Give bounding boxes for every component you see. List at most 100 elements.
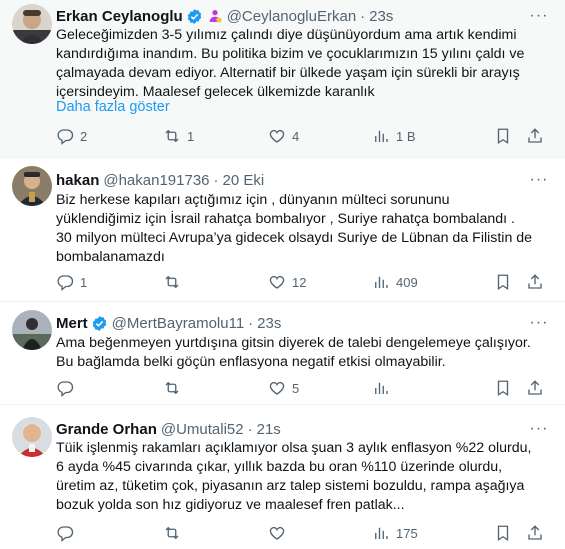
like-icon xyxy=(269,129,285,143)
display-name[interactable]: Grande Orhan xyxy=(56,421,157,438)
tweet-actions: 175 xyxy=(56,523,546,543)
tweet-line: kandırdığıma inandım. Bu politika bizim … xyxy=(56,46,525,62)
reply-icon xyxy=(57,129,74,145)
avatar[interactable] xyxy=(12,166,52,206)
handle[interactable]: @CeylanogluErkan xyxy=(227,8,356,25)
tweet-line: Tüik işlenmiş rakamları açıklamıyor olsa… xyxy=(56,440,532,456)
like-icon xyxy=(269,526,285,540)
reply-count: 2 xyxy=(80,128,88,144)
view-count: 1 B xyxy=(396,128,416,144)
like-button[interactable] xyxy=(268,523,292,543)
timestamp[interactable]: 20 Eki xyxy=(223,172,265,189)
tweet-line: üretim az, tüketim çok, piyasanın arz ta… xyxy=(56,478,525,494)
views-button[interactable]: 1 B xyxy=(372,126,416,146)
display-name[interactable]: hakan xyxy=(56,172,99,189)
like-icon xyxy=(269,381,285,395)
timestamp[interactable]: 23s xyxy=(369,8,393,25)
tweet-text: Geleceğimizden 3-5 yılımız çalındı diye … xyxy=(56,26,526,102)
tweet-line: 6 ayda %45 civarında çıkar, yıllık bazda… xyxy=(56,459,503,475)
bookmark-icon[interactable] xyxy=(494,272,512,292)
like-button[interactable]: 12 xyxy=(268,272,306,292)
timestamp[interactable]: 23s xyxy=(257,315,281,332)
tweet-line: bombalanamazdı xyxy=(56,249,165,265)
tweet-header: Erkan Ceylanoglu @CeylanogluErkan · 23s xyxy=(56,6,525,26)
like-button[interactable]: 5 xyxy=(268,378,299,398)
retweet-count: 1 xyxy=(187,128,195,144)
handle[interactable]: @MertBayramolu11 xyxy=(112,315,245,332)
tweet[interactable]: Erkan Ceylanoglu @CeylanogluErkan · 23s … xyxy=(0,0,565,158)
more-icon[interactable]: ··· xyxy=(529,419,549,439)
like-count: 5 xyxy=(292,380,300,396)
retweet-icon xyxy=(165,526,179,540)
tweet-actions: 2 1 4 1 B xyxy=(56,126,546,146)
tweet-header: hakan @hakan191736 · 20 Eki xyxy=(56,170,525,190)
tweet[interactable]: Grande Orhan @Umutali52 · 21s ··· Tüik i… xyxy=(0,405,565,549)
view-count: 175 xyxy=(396,525,418,541)
view-count: 409 xyxy=(396,274,418,290)
retweet-icon xyxy=(165,275,179,289)
like-button[interactable]: 4 xyxy=(268,126,299,146)
like-icon xyxy=(269,275,285,289)
like-count: 4 xyxy=(292,128,300,144)
views-icon xyxy=(375,382,388,394)
share-icon[interactable] xyxy=(526,272,544,292)
separator-dot: · xyxy=(248,314,254,332)
display-name[interactable]: Erkan Ceylanoglu xyxy=(56,8,183,25)
views-button[interactable] xyxy=(372,378,396,398)
avatar[interactable] xyxy=(12,310,52,350)
more-icon[interactable]: ··· xyxy=(529,170,549,190)
share-icon[interactable] xyxy=(526,523,544,543)
views-icon xyxy=(375,276,388,288)
more-icon[interactable]: ··· xyxy=(529,6,549,26)
show-more-link[interactable]: Daha fazla göster xyxy=(56,99,170,115)
retweet-icon xyxy=(165,381,179,395)
reply-button[interactable]: 2 xyxy=(56,126,87,146)
tweet-text: Tüik işlenmiş rakamları açıklamıyor olsa… xyxy=(56,439,532,515)
reply-button[interactable]: 1 xyxy=(56,272,87,292)
verified-icon xyxy=(91,315,108,332)
tweet-line: yüklendiğimiz için İsrail rahatça bombal… xyxy=(56,211,515,227)
tweet-line: Bu bağlamda belki göçün enflasyona negat… xyxy=(56,354,446,370)
bookmark-icon[interactable] xyxy=(494,523,512,543)
reply-button[interactable] xyxy=(56,523,80,543)
bookmark-icon[interactable] xyxy=(494,378,512,398)
reply-icon xyxy=(57,381,74,397)
tweet-actions: 1 12 409 xyxy=(56,272,546,292)
display-name[interactable]: Mert xyxy=(56,315,88,332)
retweet-button[interactable] xyxy=(163,272,187,292)
share-icon[interactable] xyxy=(526,378,544,398)
handle[interactable]: @hakan191736 xyxy=(103,172,209,189)
tweet-actions: 5 xyxy=(56,378,546,398)
share-icon[interactable] xyxy=(526,126,544,146)
retweet-button[interactable]: 1 xyxy=(163,126,194,146)
tweet[interactable]: Mert @MertBayramolu11 · 23s ··· Ama beğe… xyxy=(0,302,565,405)
more-icon[interactable]: ··· xyxy=(529,313,549,333)
affiliate-icon xyxy=(207,8,223,24)
tweet-text: Ama beğenmeyen yurtdışına gitsin diyerek… xyxy=(56,334,531,372)
retweet-button[interactable] xyxy=(163,523,187,543)
views-icon xyxy=(375,130,388,142)
separator-dot: · xyxy=(213,171,219,189)
tweet-line: 30 milyon mülteci Avrupa’ya gidecek olsa… xyxy=(56,230,533,246)
tweet-line: Biz herkese kapıları açtığımız için , dü… xyxy=(56,192,450,208)
tweet-line: Geleceğimizden 3-5 yılımız çalındı diye … xyxy=(56,27,517,43)
tweet-header: Mert @MertBayramolu11 · 23s xyxy=(56,313,525,333)
avatar[interactable] xyxy=(12,417,52,457)
reply-count: 1 xyxy=(80,274,88,290)
tweet[interactable]: hakan @hakan191736 · 20 Eki ··· Biz herk… xyxy=(0,158,565,302)
like-count: 12 xyxy=(292,274,307,290)
views-button[interactable]: 175 xyxy=(372,523,418,543)
bookmark-icon[interactable] xyxy=(494,126,512,146)
retweet-button[interactable] xyxy=(163,378,187,398)
separator-dot: · xyxy=(360,7,366,25)
avatar[interactable] xyxy=(12,4,52,44)
reply-button[interactable] xyxy=(56,378,80,398)
tweet-line: Ama beğenmeyen yurtdışına gitsin diyerek… xyxy=(56,335,531,351)
handle[interactable]: @Umutali52 xyxy=(161,421,244,438)
views-button[interactable]: 409 xyxy=(372,272,418,292)
tweet-line: bozuk yolda son hız gidiyoruz ve maalese… xyxy=(56,497,405,513)
timestamp[interactable]: 21s xyxy=(257,421,281,438)
tweet-line: çalmayada devam ediyor. Alternatif bir ü… xyxy=(56,65,520,81)
retweet-icon xyxy=(165,129,179,143)
reply-icon xyxy=(57,275,74,291)
